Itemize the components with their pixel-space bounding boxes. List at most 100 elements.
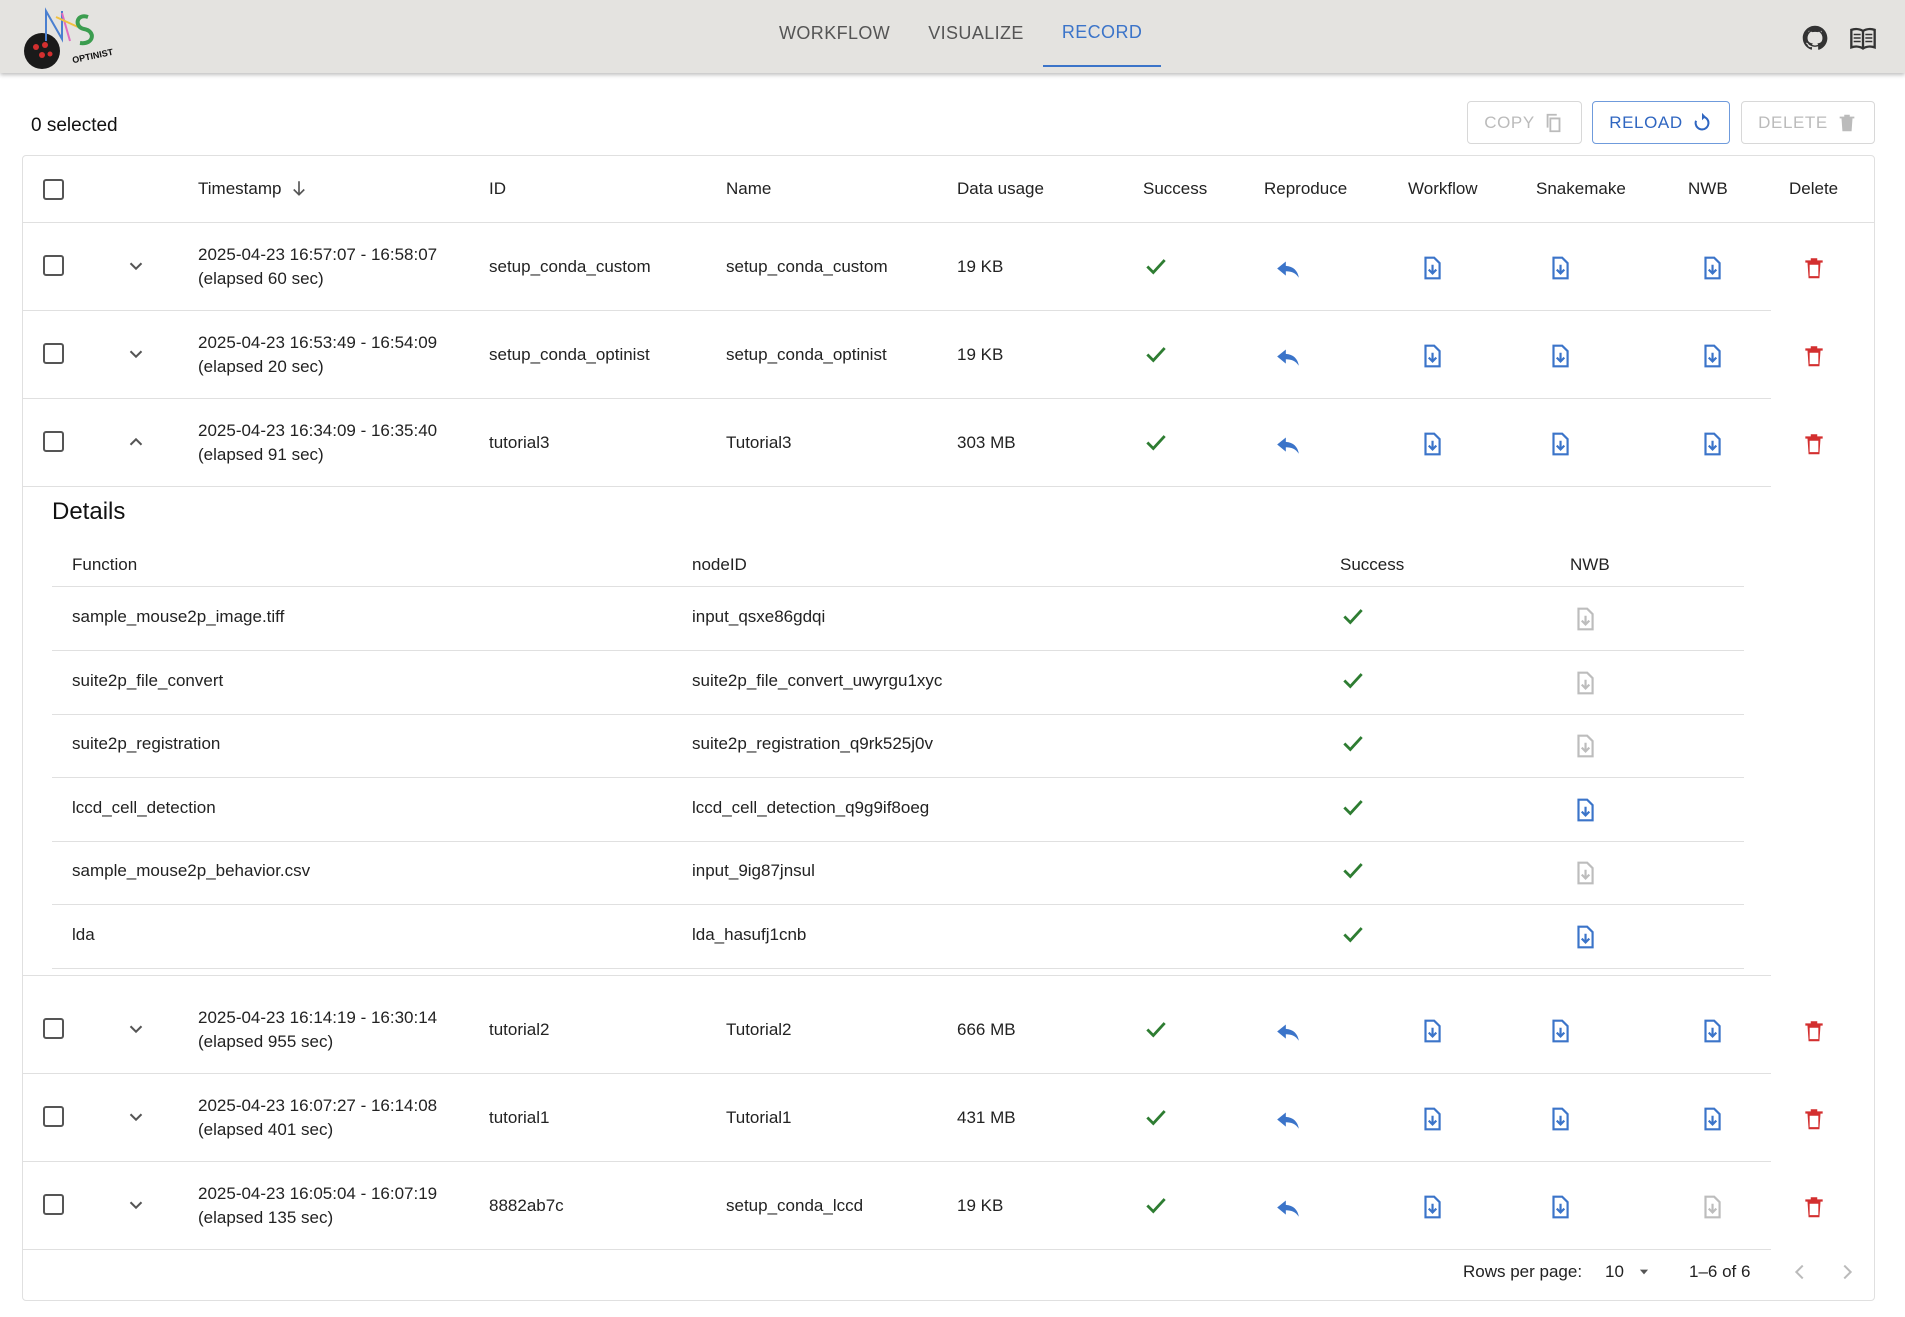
workflow-download-icon[interactable] [1419,431,1445,457]
table-row[interactable]: 2025-04-23 16:53:49 - 16:54:09 (elapsed 2… [23,311,1823,399]
reproduce-icon[interactable] [1275,1018,1301,1044]
row-checkbox[interactable] [43,343,64,364]
data-usage-cell: 303 MB [957,433,1016,452]
nwb-download-icon[interactable] [1699,431,1725,457]
row-checkbox[interactable] [43,1018,64,1039]
nodeid-cell: input_9ig87jnsul [692,861,815,880]
select-all-checkbox[interactable] [43,179,64,200]
reload-button[interactable]: RELOAD [1592,101,1730,144]
details-title: Details [52,498,126,525]
nwb-download-icon[interactable] [1699,1018,1725,1044]
delete-icon[interactable] [1801,343,1827,369]
workflow-download-icon[interactable] [1419,1106,1445,1132]
function-cell: sample_mouse2p_behavior.csv [72,861,311,880]
name-cell[interactable]: Tutorial2 [726,1018,792,1042]
delete-icon[interactable] [1801,255,1827,281]
book-icon[interactable] [1849,24,1877,52]
chevron-down-icon[interactable] [125,1194,147,1216]
nwb-download-icon[interactable] [1699,343,1725,369]
name-cell[interactable]: setup_conda_lccd [726,1194,863,1218]
details-header: Function nodeID Success NWB [52,541,1744,587]
next-page-icon[interactable] [1836,1261,1858,1283]
reproduce-icon[interactable] [1275,1194,1301,1220]
row-checkbox[interactable] [43,255,64,276]
name-cell[interactable]: setup_conda_custom [726,255,888,279]
snakemake-download-icon[interactable] [1547,431,1573,457]
delete-icon[interactable] [1801,1106,1827,1132]
table-row[interactable]: 2025-04-23 16:05:04 - 16:07:19 (elapsed 1… [23,1162,1823,1250]
reproduce-icon[interactable] [1275,431,1301,457]
delete-icon[interactable] [1801,1194,1827,1220]
workflow-download-icon[interactable] [1419,1018,1445,1044]
workflow-download-icon[interactable] [1419,255,1445,281]
check-icon [1146,1022,1166,1038]
data-usage-cell: 19 KB [957,1196,1004,1215]
check-icon [1343,799,1363,816]
caret-down-icon [1639,1269,1648,1275]
row-checkbox[interactable] [43,1106,64,1127]
optinist-logo[interactable]: OPTINIST [18,5,118,70]
chevron-up-icon[interactable] [125,431,147,453]
nwb-download-icon[interactable] [1699,1106,1725,1132]
chevron-down-icon[interactable] [125,255,147,277]
id-cell: tutorial1 [489,1108,550,1127]
check-icon [1343,609,1363,625]
data-usage-cell: 19 KB [957,257,1004,276]
chevron-down-icon[interactable] [125,1018,147,1040]
name-cell[interactable]: setup_conda_optinist [726,343,887,367]
snakemake-download-icon[interactable] [1547,1194,1573,1220]
header-timestamp[interactable]: Timestamp [198,179,308,199]
table-row[interactable]: 2025-04-23 16:57:07 - 16:58:07 (elapsed 6… [23,223,1823,311]
workflow-download-icon[interactable] [1419,1194,1445,1220]
chevron-down-icon[interactable] [125,1106,147,1128]
timestamp-range: 2025-04-23 16:57:07 - 16:58:07 [198,245,438,264]
copy-button[interactable]: COPY [1467,101,1582,144]
reproduce-icon[interactable] [1275,255,1301,281]
nwb-download-icon[interactable] [1572,797,1598,823]
delete-icon[interactable] [1801,1018,1827,1044]
tab-visualize[interactable]: VISUALIZE [909,0,1043,67]
rows-per-page-select[interactable]: 10 [1605,1262,1651,1282]
name-cell[interactable]: Tutorial3 [726,431,792,455]
timestamp-cell: 2025-04-23 16:57:07 - 16:58:07 (elapsed 6… [198,243,437,291]
chevron-down-icon[interactable] [125,343,147,365]
timestamp-range: 2025-04-23 16:53:49 - 16:54:09 [198,333,438,352]
timestamp-cell: 2025-04-23 16:07:27 - 16:14:08 (elapsed 4… [198,1094,437,1142]
function-cell: lccd_cell_detection [72,797,216,817]
trash-icon [1839,114,1855,131]
header-nwb: NWB [1688,179,1728,198]
github-icon[interactable] [1801,24,1829,52]
row-checkbox[interactable] [43,431,64,452]
arrow-down-icon [293,181,306,196]
reproduce-icon[interactable] [1275,343,1301,369]
reproduce-icon[interactable] [1275,1106,1301,1132]
id-cell: 8882ab7c [489,1196,564,1215]
header-name: Name [726,179,772,198]
snakemake-download-icon[interactable] [1547,1106,1573,1132]
header-delete: Delete [1789,179,1839,198]
details-row: lccd_cell_detection lccd_cell_detection_q… [52,778,1744,842]
id-cell: tutorial3 [489,433,550,452]
timestamp-elapsed: (elapsed 60 sec) [198,269,324,288]
timestamp-elapsed: (elapsed 401 sec) [198,1120,334,1139]
rows-per-page-label: Rows per page: [1463,1262,1583,1281]
snakemake-download-icon[interactable] [1547,1018,1573,1044]
row-checkbox[interactable] [43,1194,64,1215]
delete-button[interactable]: DELETE [1741,101,1875,144]
nwb-download-icon[interactable] [1699,255,1725,281]
table-row[interactable]: 2025-04-23 16:07:27 - 16:14:08 (elapsed 4… [23,1074,1823,1162]
delete-icon[interactable] [1801,431,1827,457]
app-bar: OPTINIST WORKFLOW VISUALIZE RECORD [0,0,1905,73]
snakemake-download-icon[interactable] [1547,343,1573,369]
workflow-download-icon[interactable] [1419,343,1445,369]
snakemake-download-icon[interactable] [1547,255,1573,281]
name-cell[interactable]: Tutorial1 [726,1106,792,1130]
tab-record[interactable]: RECORD [1042,0,1162,67]
prev-page-icon[interactable] [1789,1261,1811,1283]
table-row[interactable]: 2025-04-23 16:14:19 - 16:30:14 (elapsed 9… [23,986,1823,1074]
nwb-download-icon[interactable] [1572,924,1598,950]
function-cell: suite2p_file_convert [72,670,224,690]
tab-workflow[interactable]: WORKFLOW [760,0,909,67]
id-cell: setup_conda_custom [489,257,651,276]
table-row[interactable]: 2025-04-23 16:34:09 - 16:35:40 (elapsed 9… [23,399,1823,487]
